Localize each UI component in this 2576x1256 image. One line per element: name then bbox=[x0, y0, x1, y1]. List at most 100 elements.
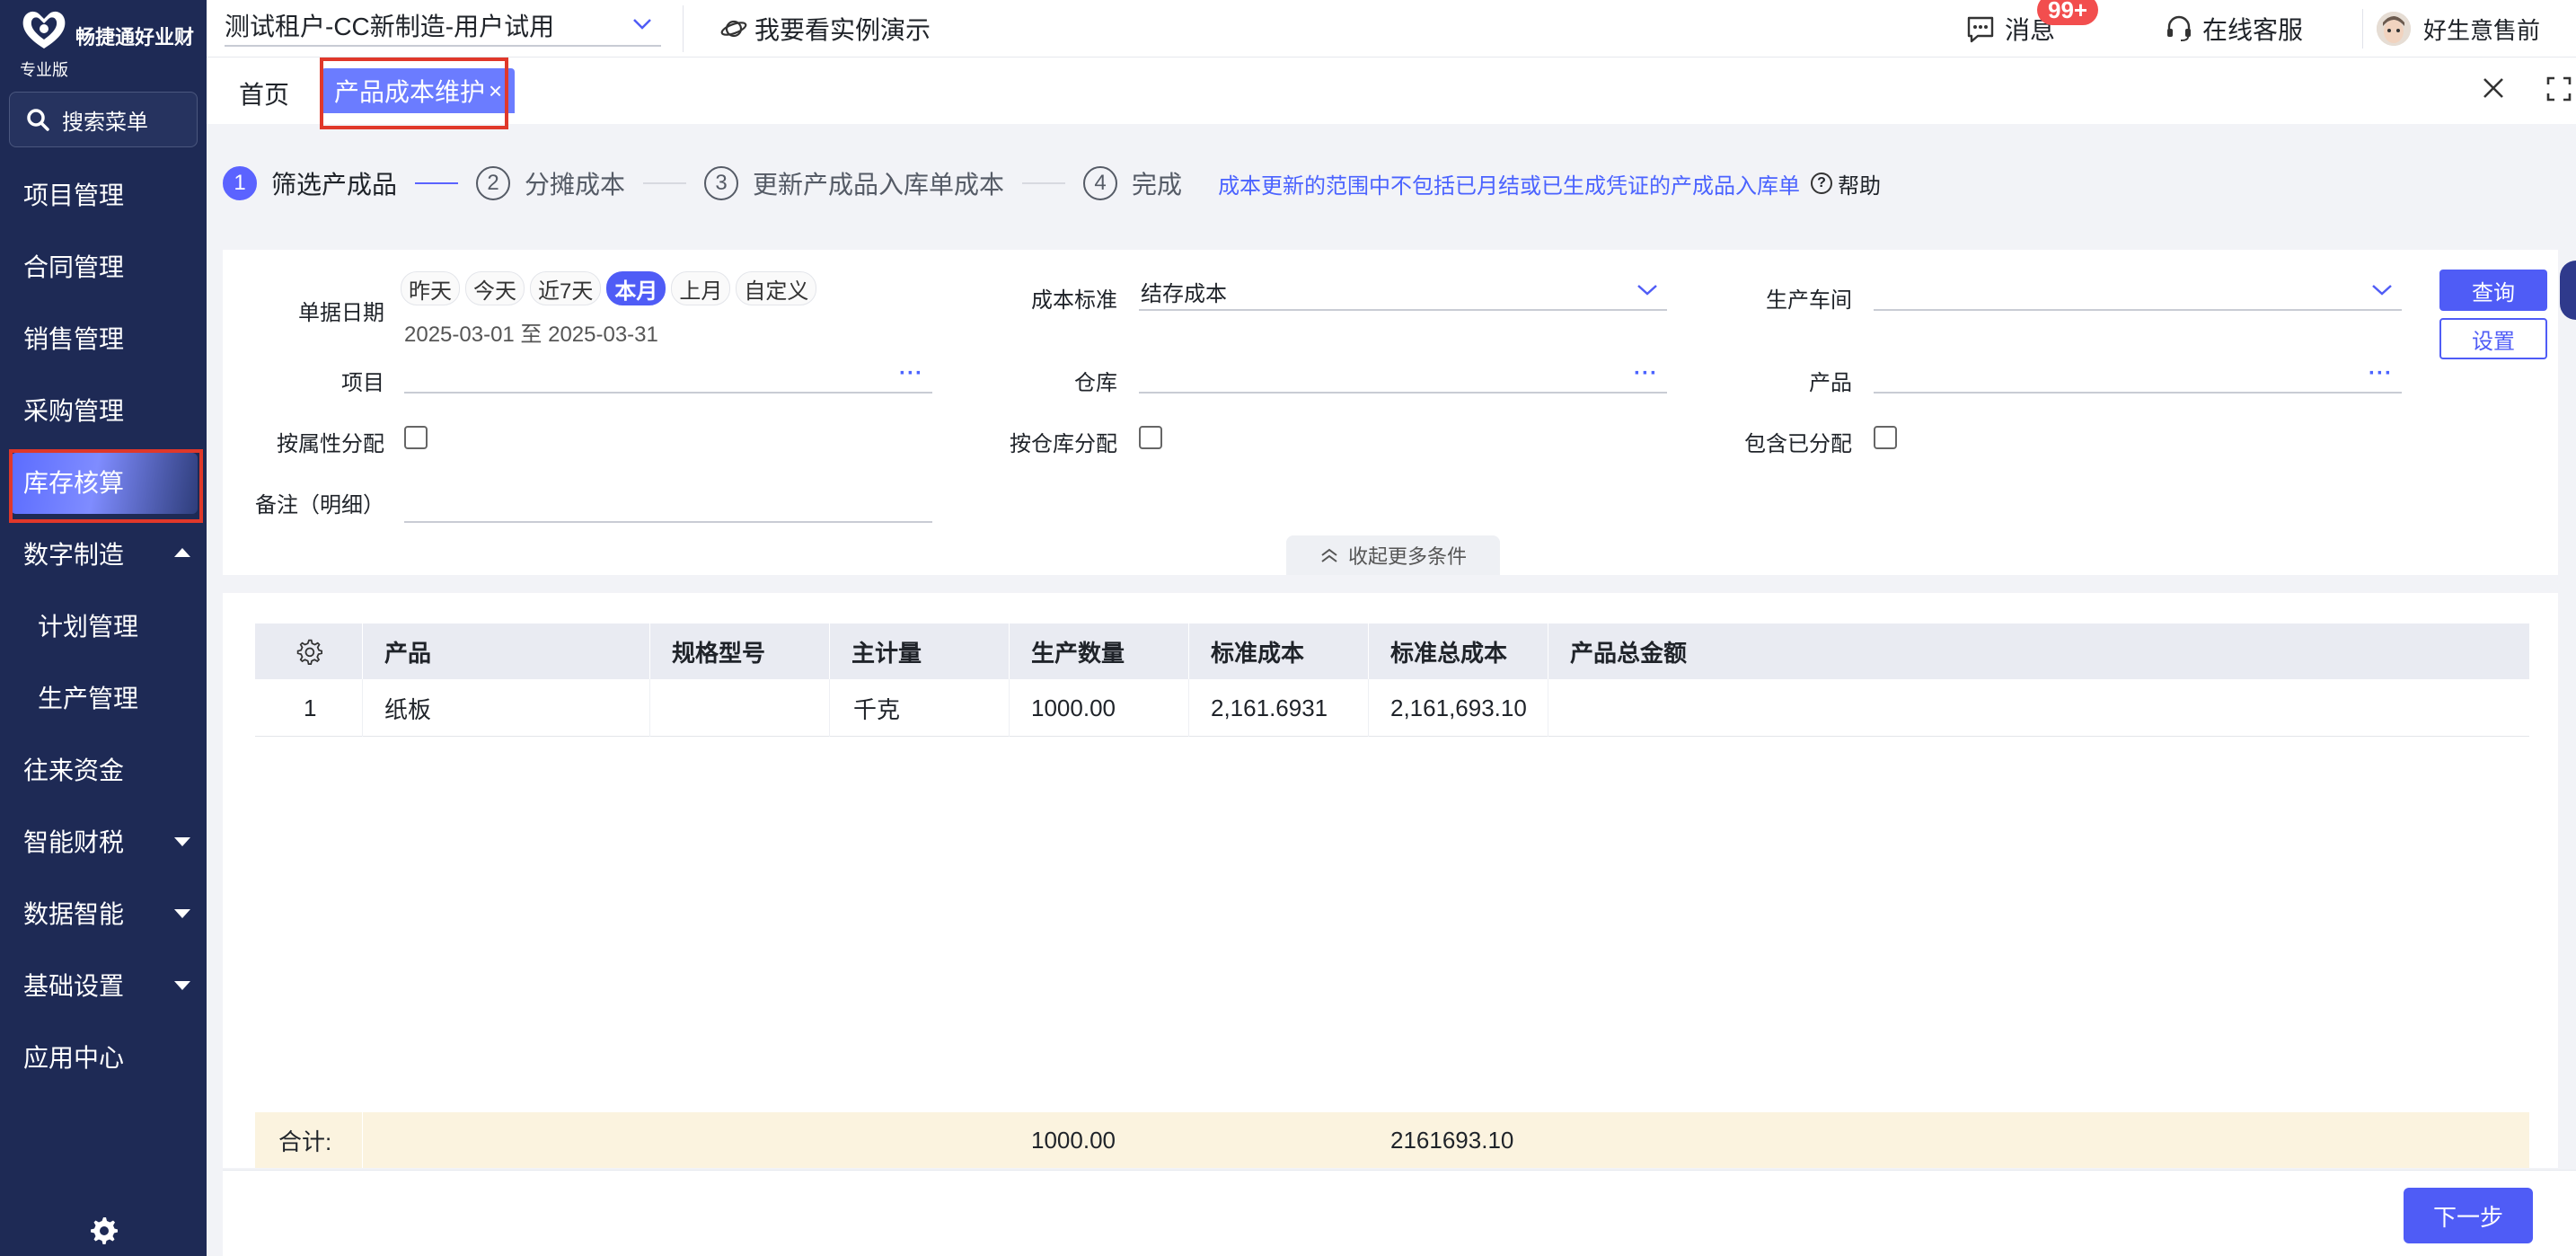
settings-button[interactable]: 设置 bbox=[2439, 318, 2547, 359]
chip-last-7-days[interactable]: 近7天 bbox=[530, 271, 602, 305]
chat-icon bbox=[1967, 16, 1994, 43]
step-label: 分摊成本 bbox=[525, 171, 626, 199]
chevron-down-icon bbox=[2372, 285, 2392, 296]
cell-spec[interactable] bbox=[650, 679, 830, 737]
remark-label: 备注（明细） bbox=[255, 493, 384, 517]
more-options-icon[interactable]: ··· bbox=[1634, 361, 1658, 386]
menu-search[interactable]: 搜索菜单 bbox=[9, 92, 198, 147]
by-attribute-label: 按属性分配 bbox=[277, 432, 384, 456]
project-input[interactable]: ··· bbox=[404, 356, 932, 394]
chip-custom[interactable]: 自定义 bbox=[736, 271, 817, 305]
include-allocated-checkbox[interactable] bbox=[1874, 426, 1897, 449]
column-header-unit[interactable]: 主计量 bbox=[830, 624, 1010, 679]
cost-standard-select[interactable]: 结存成本 bbox=[1139, 273, 1667, 311]
column-header-product-amount[interactable]: 产品总金额 bbox=[1548, 624, 1818, 679]
planet-icon bbox=[720, 20, 747, 38]
step-label: 完成 bbox=[1132, 171, 1183, 199]
cost-standard-label: 成本标准 bbox=[1031, 288, 1117, 313]
nav-item-planning[interactable]: 计划管理 bbox=[0, 589, 207, 661]
side-drawer-handle[interactable] bbox=[2560, 261, 2576, 320]
next-step-button[interactable]: 下一步 bbox=[2404, 1188, 2533, 1243]
help-link[interactable]: ? 帮助 bbox=[1811, 168, 1881, 199]
row-index: 1 bbox=[255, 679, 363, 737]
close-icon[interactable] bbox=[2479, 74, 2508, 102]
search-icon bbox=[27, 109, 49, 131]
step-number: 4 bbox=[1083, 166, 1118, 200]
user-menu[interactable]: 好生意售前 bbox=[2377, 7, 2540, 50]
table-row[interactable]: 1 纸板 千克 1000.00 2,161.6931 2,161,693.10 bbox=[255, 679, 2529, 737]
step-4: 4 完成 bbox=[1083, 165, 1182, 201]
chip-last-month[interactable]: 上月 bbox=[671, 271, 731, 305]
nav-item-inventory-accounting[interactable]: 库存核算 bbox=[0, 446, 207, 517]
fullscreen-icon[interactable] bbox=[2545, 75, 2572, 102]
collapse-conditions-button[interactable]: 收起更多条件 bbox=[1286, 535, 1500, 575]
nav-item-data-intelligence[interactable]: 数据智能 bbox=[0, 877, 207, 949]
chip-this-month[interactable]: 本月 bbox=[606, 271, 666, 305]
by-warehouse-checkbox[interactable] bbox=[1139, 426, 1162, 449]
nav-item-app-center[interactable]: 应用中心 bbox=[0, 1021, 207, 1092]
tab-home[interactable]: 首页 bbox=[239, 75, 289, 111]
column-settings[interactable] bbox=[255, 624, 363, 679]
demo-link[interactable]: 我要看实例演示 bbox=[720, 7, 931, 50]
remark-input[interactable] bbox=[404, 485, 932, 523]
column-header-spec[interactable]: 规格型号 bbox=[650, 624, 830, 679]
workshop-select[interactable] bbox=[1874, 273, 2402, 311]
chip-today[interactable]: 今天 bbox=[465, 271, 525, 305]
demo-label: 我要看实例演示 bbox=[754, 16, 931, 44]
cell-unit[interactable]: 千克 bbox=[830, 679, 1010, 737]
tab-product-cost-maintenance[interactable]: 产品成本维护 × bbox=[322, 68, 516, 113]
help-label: 帮助 bbox=[1838, 173, 1882, 199]
more-options-icon[interactable]: ··· bbox=[899, 361, 923, 386]
chevron-down-icon bbox=[1637, 285, 1657, 296]
chip-yesterday[interactable]: 昨天 bbox=[401, 271, 460, 305]
step-number: 2 bbox=[476, 166, 511, 200]
nav-item-sales[interactable]: 销售管理 bbox=[0, 302, 207, 374]
online-service-label: 在线客服 bbox=[2202, 16, 2304, 44]
cell-quantity[interactable]: 1000.00 bbox=[1010, 679, 1189, 737]
cell-standard-cost[interactable]: 2,161.6931 bbox=[1189, 679, 1369, 737]
by-warehouse-label: 按仓库分配 bbox=[1010, 432, 1117, 456]
online-service-button[interactable]: 在线客服 bbox=[2165, 7, 2303, 50]
nav-item-label: 数字制造 bbox=[23, 541, 125, 569]
product-input[interactable]: ··· bbox=[1874, 356, 2402, 394]
cell-product[interactable]: 纸板 bbox=[363, 679, 650, 737]
nav-item-production[interactable]: 生产管理 bbox=[0, 661, 207, 733]
gear-icon bbox=[296, 639, 322, 665]
by-attribute-checkbox[interactable] bbox=[404, 426, 428, 449]
date-chips: 昨天 今天 近7天 本月 上月 自定义 bbox=[401, 271, 822, 305]
nav-item-purchase[interactable]: 采购管理 bbox=[0, 374, 207, 446]
nav-item-digital-manufacturing[interactable]: 数字制造 bbox=[0, 517, 207, 589]
tab-close-icon[interactable]: × bbox=[489, 77, 502, 105]
action-bar bbox=[223, 1170, 2576, 1256]
more-options-icon[interactable]: ··· bbox=[2369, 361, 2393, 386]
filter-panel: 单据日期 昨天 今天 近7天 本月 上月 自定义 2025-03-01 至 20… bbox=[223, 250, 2558, 575]
nav-item-funds[interactable]: 往来资金 bbox=[0, 733, 207, 805]
nav-item-basic-settings[interactable]: 基础设置 bbox=[0, 949, 207, 1021]
step-3: 3 更新产成品入库单成本 bbox=[704, 165, 1004, 201]
divider bbox=[683, 5, 684, 52]
cell-product-amount[interactable] bbox=[1548, 679, 1818, 737]
step-label: 筛选产成品 bbox=[271, 171, 398, 199]
step-connector bbox=[415, 182, 459, 184]
nav-item-label: 项目管理 bbox=[23, 181, 125, 209]
column-header-standard-total-cost[interactable]: 标准总成本 bbox=[1369, 624, 1548, 679]
edition-label: 专业版 bbox=[20, 61, 68, 79]
nav-item-project[interactable]: 项目管理 bbox=[0, 158, 207, 230]
nav-item-tax[interactable]: 智能财税 bbox=[0, 805, 207, 877]
column-header-product[interactable]: 产品 bbox=[363, 624, 650, 679]
settings-gear-icon[interactable] bbox=[88, 1215, 119, 1245]
column-header-quantity[interactable]: 生产数量 bbox=[1010, 624, 1189, 679]
tenant-select[interactable]: 测试租户-CC新制造-用户试用 bbox=[225, 5, 661, 47]
user-name: 好生意售前 bbox=[2423, 16, 2541, 44]
query-button[interactable]: 查询 bbox=[2439, 270, 2547, 311]
footer-total-label: 合计: bbox=[255, 1112, 363, 1168]
column-header-standard-cost[interactable]: 标准成本 bbox=[1189, 624, 1369, 679]
cell-standard-total-cost[interactable]: 2,161,693.10 bbox=[1369, 679, 1548, 737]
footer-total-standard-cost: 2161693.10 bbox=[1390, 1126, 1514, 1154]
nav-item-contract[interactable]: 合同管理 bbox=[0, 230, 207, 302]
warehouse-input[interactable]: ··· bbox=[1139, 356, 1667, 394]
chevron-double-up-icon bbox=[1321, 548, 1337, 562]
logo-icon bbox=[22, 11, 66, 49]
tab-label: 产品成本维护 bbox=[334, 78, 486, 106]
logo[interactable]: 畅捷通好业财 专业版 bbox=[20, 7, 199, 79]
